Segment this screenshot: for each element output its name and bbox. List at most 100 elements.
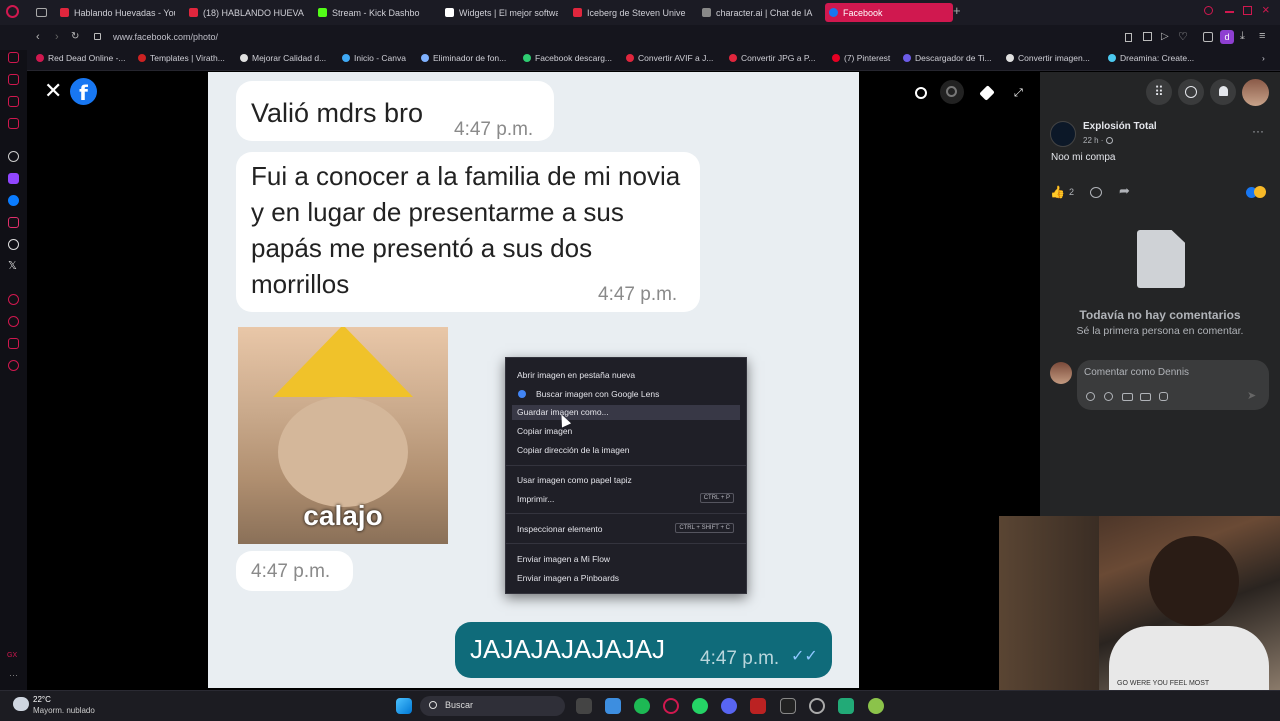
messenger-icon[interactable] xyxy=(1178,79,1204,105)
post-time[interactable]: 22 h · xyxy=(1083,136,1103,145)
task-view-icon[interactable] xyxy=(576,698,592,714)
new-tab-button[interactable]: + xyxy=(953,4,965,17)
bookmark-item[interactable]: Facebook descarg... xyxy=(523,53,612,63)
tab-widgets[interactable]: Widgets | El mejor softwa xyxy=(445,3,558,22)
bookmark-item[interactable]: Convertir AVIF a J... xyxy=(626,53,713,63)
sidebar-twitch-icon[interactable] xyxy=(8,173,19,184)
menu-item-inspect[interactable]: Inspeccionar elemento xyxy=(517,524,603,534)
close-window-icon[interactable]: × xyxy=(1262,2,1270,17)
share-icon[interactable]: ➦ xyxy=(1119,183,1130,199)
page-name[interactable]: Explosión Total xyxy=(1083,121,1157,132)
tab-character-ai[interactable]: character.ai | Chat de IA n xyxy=(702,3,815,22)
menu-item-google-lens[interactable]: Buscar imagen con Google Lens xyxy=(536,389,659,399)
sidebar-tiktok-icon[interactable] xyxy=(8,239,19,250)
obs-icon[interactable] xyxy=(809,698,825,714)
tab-facebook[interactable]: Facebook xyxy=(825,3,953,22)
weather-icon[interactable] xyxy=(13,697,29,711)
menu-item-send-pinboards[interactable]: Enviar imagen a Pinboards xyxy=(517,573,619,583)
sidebar-more-icon[interactable]: ··· xyxy=(9,670,18,680)
discord-icon[interactable] xyxy=(721,698,737,714)
apps-menu-icon[interactable]: ⠿ xyxy=(1146,79,1172,105)
sidebar-x-icon[interactable]: 𝕏 xyxy=(8,259,17,272)
bookmarks-overflow-icon[interactable]: › xyxy=(1262,53,1265,63)
bookmark-page-icon[interactable] xyxy=(1125,33,1132,42)
menu-item-set-wallpaper[interactable]: Usar imagen como papel tapiz xyxy=(517,475,632,485)
workspaces-icon[interactable] xyxy=(36,8,47,17)
sidebar-gx-icon[interactable]: GX xyxy=(7,652,17,659)
sidebar-history-icon[interactable] xyxy=(8,294,19,305)
epic-games-icon[interactable] xyxy=(780,698,796,714)
app-green-icon[interactable] xyxy=(838,698,854,714)
menu-item-print[interactable]: Imprimir... xyxy=(517,494,554,504)
sidebar-chatgpt-icon[interactable] xyxy=(8,151,19,162)
sidebar-downloads-icon[interactable] xyxy=(8,338,19,349)
sidebar-clock-icon[interactable] xyxy=(8,316,19,327)
weather-description[interactable]: Mayorm. nublado xyxy=(33,706,95,715)
sidebar-instagram-icon[interactable] xyxy=(8,217,19,228)
bookmark-item[interactable]: Templates | Virath... xyxy=(138,53,225,63)
bookmark-item[interactable]: Dreamina: Create... xyxy=(1108,53,1194,63)
profile-avatar[interactable]: d xyxy=(1220,30,1234,44)
app-lime-icon[interactable] xyxy=(868,698,884,714)
download-icon[interactable]: ⤓ xyxy=(1240,30,1245,43)
sidebar-speed-dial-icon[interactable] xyxy=(8,52,19,63)
bookmark-item[interactable]: Convertir imagen... xyxy=(1006,53,1090,63)
player-icon[interactable]: ▷ xyxy=(1161,31,1169,42)
like-icon[interactable]: 👍 xyxy=(1050,185,1065,199)
menu-item-copy-address[interactable]: Copiar dirección de la imagen xyxy=(517,445,629,455)
snapshot-icon[interactable] xyxy=(1143,32,1152,41)
sidebar-extensions-icon[interactable] xyxy=(8,118,19,129)
page-avatar[interactable] xyxy=(1050,121,1076,147)
menu-item-open-new-tab[interactable]: Abrir imagen en pestaña nueva xyxy=(517,370,635,380)
bookmark-item[interactable]: Red Dead Online -... xyxy=(36,53,125,63)
app-red-icon[interactable] xyxy=(750,698,766,714)
account-avatar[interactable] xyxy=(1242,79,1269,106)
zoom-out-icon[interactable] xyxy=(940,80,964,104)
spotify-icon[interactable] xyxy=(634,698,650,714)
menu-item-copy-image[interactable]: Copiar imagen xyxy=(517,426,572,436)
close-viewer-icon[interactable]: ✕ xyxy=(44,78,62,104)
sidebar-settings-icon[interactable] xyxy=(8,360,19,371)
weather-temperature[interactable]: 22°C xyxy=(33,695,51,704)
facebook-logo-icon[interactable]: f xyxy=(70,78,97,105)
opera-gx-icon[interactable] xyxy=(663,698,679,714)
comment-icon[interactable] xyxy=(1090,187,1102,198)
tab-hablando-huevadas[interactable]: Hablando Huevadas - You xyxy=(60,3,175,22)
comment-input[interactable]: Comentar como Dennis xyxy=(1084,367,1189,378)
bookmark-item[interactable]: Convertir JPG a P... xyxy=(729,53,815,63)
whatsapp-icon[interactable] xyxy=(692,698,708,714)
opera-logo-icon[interactable] xyxy=(6,5,19,18)
bookmark-item[interactable]: Inicio - Canva xyxy=(342,53,406,63)
windows-start-icon[interactable] xyxy=(396,698,412,714)
reload-icon[interactable]: ↻ xyxy=(71,31,79,42)
camera-icon[interactable] xyxy=(1122,393,1133,401)
sidebar-wallet-icon[interactable] xyxy=(8,96,19,107)
emoji-icon[interactable] xyxy=(1104,392,1113,401)
file-explorer-icon[interactable] xyxy=(605,698,621,714)
minimize-icon[interactable] xyxy=(1225,11,1234,13)
haha-reaction-icon[interactable] xyxy=(1254,186,1266,198)
sticker-icon[interactable] xyxy=(1159,392,1168,401)
menu-item-send-flow[interactable]: Enviar imagen a Mi Flow xyxy=(517,554,610,564)
zoom-in-icon[interactable] xyxy=(915,87,927,99)
taskbar-search-label[interactable]: Buscar xyxy=(445,700,473,710)
post-options-icon[interactable]: ··· xyxy=(1252,124,1264,138)
gif-icon[interactable] xyxy=(1140,393,1151,401)
bookmark-item[interactable]: Mejorar Calidad d... xyxy=(240,53,326,63)
bookmark-item[interactable]: (7) Pinterest xyxy=(832,53,890,63)
bookmark-item[interactable]: Eliminador de fon... xyxy=(421,53,506,63)
like-count[interactable]: 2 xyxy=(1069,187,1074,197)
taskbar-search[interactable] xyxy=(420,696,565,716)
bookmark-item[interactable]: Descargador de Ti... xyxy=(903,53,992,63)
sidebar-aria-icon[interactable] xyxy=(8,74,19,85)
tag-icon[interactable] xyxy=(979,85,995,101)
search-tabs-icon[interactable] xyxy=(1204,6,1213,15)
notifications-bell-icon[interactable] xyxy=(1210,79,1236,105)
tab-hablando-huevadas-18[interactable]: (18) HABLANDO HUEVAD xyxy=(189,3,304,22)
tab-iceberg[interactable]: Iceberg de Steven Univers xyxy=(573,3,686,22)
sidebar-messenger-icon[interactable] xyxy=(8,195,19,206)
avatar-sticker-icon[interactable] xyxy=(1086,392,1095,401)
tab-kick-dashboard[interactable]: Stream - Kick Dashbo xyxy=(318,3,430,22)
send-icon[interactable]: ➤ xyxy=(1247,389,1256,402)
maximize-icon[interactable] xyxy=(1243,6,1252,15)
